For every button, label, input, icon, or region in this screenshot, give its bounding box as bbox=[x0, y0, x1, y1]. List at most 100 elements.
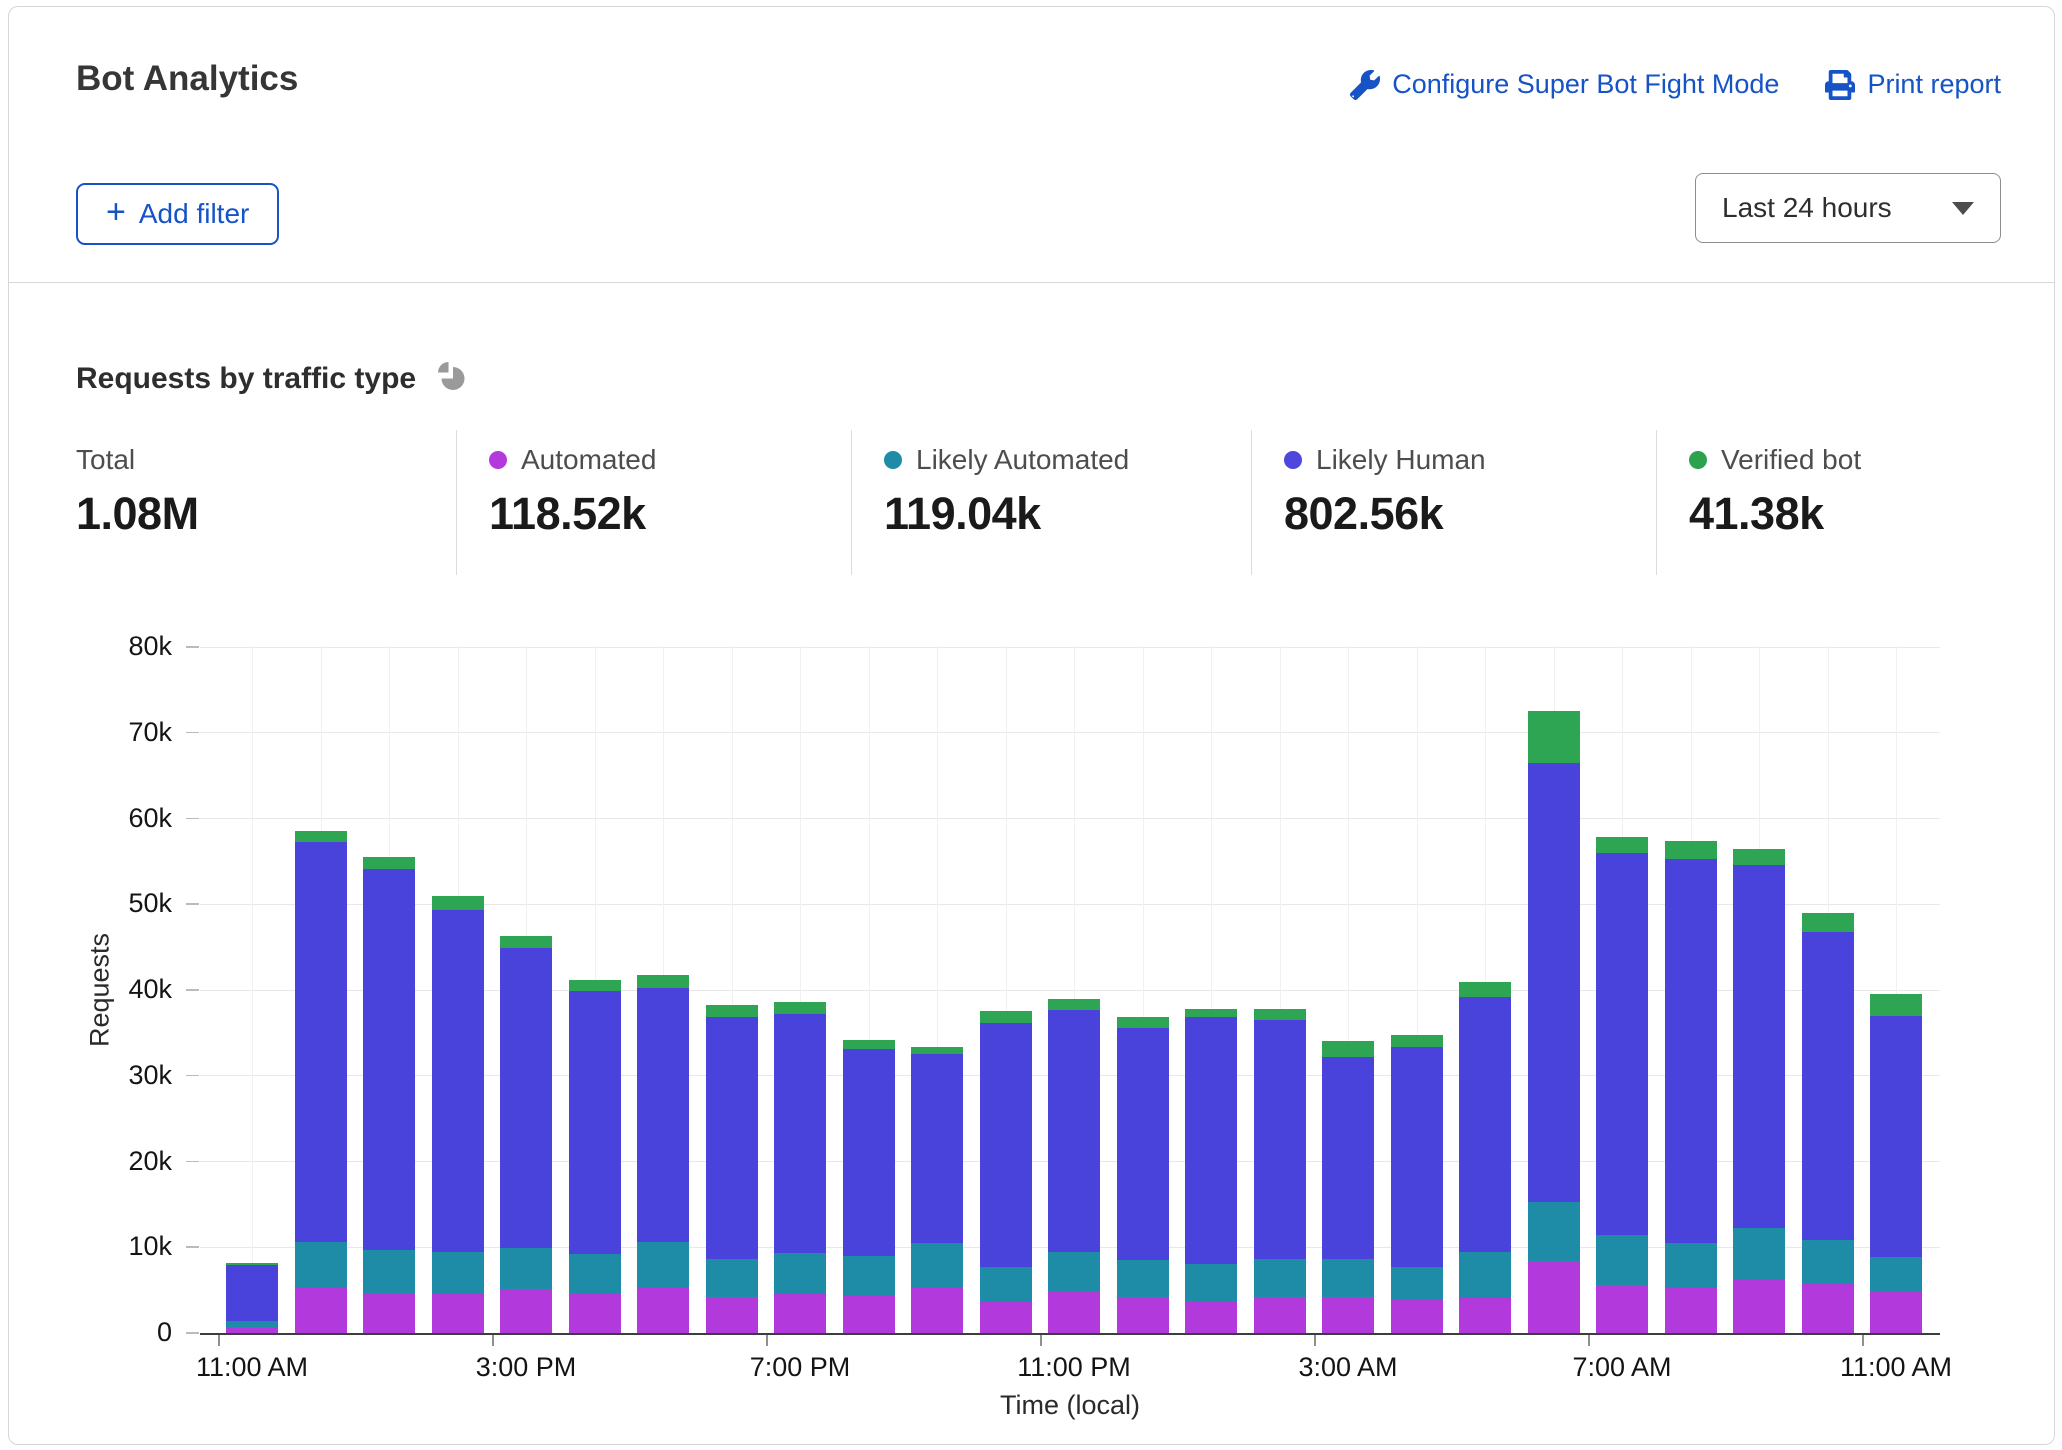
bar-segment-likely_human bbox=[432, 910, 484, 1251]
bar-segment-automated bbox=[1665, 1288, 1717, 1333]
x-axis-tick bbox=[1862, 1335, 1864, 1346]
bar-segment-likely_automated bbox=[980, 1267, 1032, 1302]
x-axis-tick-label: 11:00 AM bbox=[1840, 1352, 1952, 1383]
bar-segment-likely_human bbox=[1185, 1017, 1237, 1263]
bar-segment-verified_bot bbox=[1254, 1009, 1306, 1020]
bar-stack-700pm-8[interactable] bbox=[774, 647, 826, 1333]
bar-segment-likely_human bbox=[1596, 853, 1648, 1235]
bar-stack-300am-16[interactable] bbox=[1322, 647, 1374, 1333]
bar-segment-likely_human bbox=[226, 1265, 278, 1320]
y-axis-tick bbox=[186, 1161, 199, 1163]
bar-segment-verified_bot bbox=[295, 831, 347, 841]
bar-segment-likely_human bbox=[1322, 1057, 1374, 1259]
bar-segment-likely_human bbox=[1870, 1016, 1922, 1257]
y-axis-tick bbox=[186, 903, 199, 905]
bar-segment-automated bbox=[774, 1294, 826, 1333]
x-axis-tick bbox=[218, 1335, 220, 1346]
bar-segment-automated bbox=[1459, 1298, 1511, 1333]
bar-stack-1100am-24[interactable] bbox=[1870, 647, 1922, 1333]
bar-stack-1000am-23[interactable] bbox=[1802, 647, 1854, 1333]
bar-segment-verified_bot bbox=[774, 1002, 826, 1014]
bar-stack-100am-14[interactable] bbox=[1185, 647, 1237, 1333]
bar-segment-likely_human bbox=[1733, 865, 1785, 1229]
bar-segment-verified_bot bbox=[843, 1040, 895, 1049]
bar-segment-verified_bot bbox=[1665, 841, 1717, 859]
bar-segment-automated bbox=[637, 1288, 689, 1333]
bar-segment-likely_automated bbox=[911, 1243, 963, 1287]
bar-segment-automated bbox=[1528, 1261, 1580, 1333]
y-axis-tick-label: 20k bbox=[60, 1146, 172, 1177]
x-axis-tick bbox=[766, 1335, 768, 1346]
bar-segment-likely_human bbox=[843, 1049, 895, 1256]
bar-segment-likely_human bbox=[980, 1023, 1032, 1267]
bar-segment-verified_bot bbox=[432, 896, 484, 911]
x-axis-tick-label: 7:00 PM bbox=[750, 1352, 851, 1383]
bar-segment-verified_bot bbox=[1733, 849, 1785, 865]
bar-stack-900pm-10[interactable] bbox=[911, 647, 963, 1333]
bar-stack-1200am-13[interactable] bbox=[1117, 647, 1169, 1333]
bar-segment-likely_human bbox=[1117, 1028, 1169, 1260]
bar-stack-500am-18[interactable] bbox=[1459, 647, 1511, 1333]
bar-segment-likely_automated bbox=[774, 1253, 826, 1293]
bar-segment-automated bbox=[1802, 1283, 1854, 1333]
bar-segment-verified_bot bbox=[706, 1005, 758, 1016]
bar-segment-likely_human bbox=[1048, 1010, 1100, 1252]
bar-stack-1100pm-12[interactable] bbox=[1048, 647, 1100, 1333]
bar-stack-700am-20[interactable] bbox=[1596, 647, 1648, 1333]
bar-segment-likely_automated bbox=[1391, 1267, 1443, 1299]
bar-segment-verified_bot bbox=[363, 857, 415, 869]
x-axis-tick bbox=[1040, 1335, 1042, 1346]
bar-segment-likely_human bbox=[1254, 1020, 1306, 1259]
bar-segment-likely_automated bbox=[637, 1242, 689, 1289]
y-axis-tick-label: 10k bbox=[60, 1231, 172, 1262]
x-axis-tick-label: 7:00 AM bbox=[1572, 1352, 1671, 1383]
bar-stack-200pm-3[interactable] bbox=[432, 647, 484, 1333]
bar-stack-100pm-2[interactable] bbox=[363, 647, 415, 1333]
bar-segment-automated bbox=[295, 1287, 347, 1333]
x-axis-tick-label: 11:00 AM bbox=[196, 1352, 308, 1383]
bar-stack-200am-15[interactable] bbox=[1254, 647, 1306, 1333]
bar-segment-likely_automated bbox=[1528, 1202, 1580, 1261]
bar-stack-300pm-4[interactable] bbox=[500, 647, 552, 1333]
bar-segment-verified_bot bbox=[980, 1011, 1032, 1022]
bar-segment-likely_human bbox=[1459, 997, 1511, 1253]
bar-segment-likely_automated bbox=[363, 1250, 415, 1293]
bar-segment-automated bbox=[1117, 1297, 1169, 1333]
y-axis-tick bbox=[186, 1332, 199, 1334]
bar-segment-automated bbox=[1048, 1291, 1100, 1333]
bar-stack-400pm-5[interactable] bbox=[569, 647, 621, 1333]
bar-segment-automated bbox=[1254, 1297, 1306, 1333]
bar-stack-600pm-7[interactable] bbox=[706, 647, 758, 1333]
bar-segment-likely_human bbox=[1665, 859, 1717, 1243]
y-axis-tick-label: 70k bbox=[60, 717, 172, 748]
bar-segment-verified_bot bbox=[1870, 994, 1922, 1015]
bar-segment-likely_automated bbox=[1459, 1252, 1511, 1297]
bar-segment-likely_automated bbox=[500, 1248, 552, 1289]
bar-segment-likely_human bbox=[1528, 763, 1580, 1202]
x-axis-tick bbox=[1588, 1335, 1590, 1346]
bar-stack-400am-17[interactable] bbox=[1391, 647, 1443, 1333]
bar-stack-1100am-0[interactable] bbox=[226, 647, 278, 1333]
bar-segment-verified_bot bbox=[1391, 1035, 1443, 1046]
bar-segment-automated bbox=[1391, 1299, 1443, 1333]
bar-stack-800pm-9[interactable] bbox=[843, 647, 895, 1333]
y-axis-tick-label: 0 bbox=[60, 1317, 172, 1348]
bar-stack-600am-19[interactable] bbox=[1528, 647, 1580, 1333]
y-axis-tick-label: 50k bbox=[60, 888, 172, 919]
bar-segment-likely_automated bbox=[1117, 1260, 1169, 1297]
bar-segment-likely_automated bbox=[843, 1256, 895, 1296]
y-axis-tick bbox=[186, 1246, 199, 1248]
bar-stack-500pm-6[interactable] bbox=[637, 647, 689, 1333]
bar-segment-likely_automated bbox=[226, 1321, 278, 1328]
bar-stack-1000pm-11[interactable] bbox=[980, 647, 1032, 1333]
bar-segment-automated bbox=[911, 1287, 963, 1333]
bar-segment-likely_human bbox=[1391, 1047, 1443, 1267]
x-axis-tick bbox=[492, 1335, 494, 1346]
bar-segment-verified_bot bbox=[1596, 837, 1648, 853]
bar-stack-900am-22[interactable] bbox=[1733, 647, 1785, 1333]
bar-segment-likely_automated bbox=[1185, 1264, 1237, 1302]
x-axis-line bbox=[200, 1333, 1940, 1335]
bar-segment-automated bbox=[706, 1297, 758, 1333]
bar-stack-800am-21[interactable] bbox=[1665, 647, 1717, 1333]
bar-stack-1200pm-1[interactable] bbox=[295, 647, 347, 1333]
